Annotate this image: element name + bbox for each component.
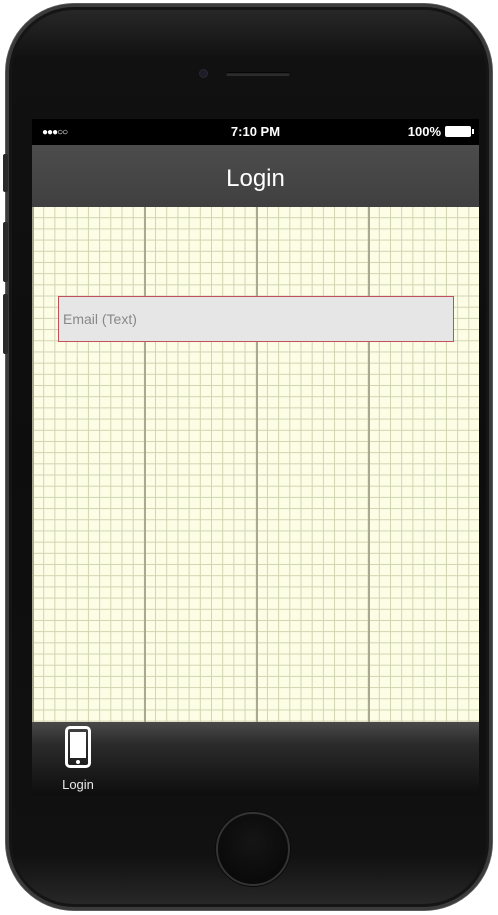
volume-down-button <box>3 294 8 354</box>
home-button[interactable] <box>216 812 290 886</box>
phone-icon <box>65 726 91 768</box>
content-area <box>32 207 479 722</box>
mute-switch <box>3 154 8 192</box>
volume-up-button <box>3 222 8 282</box>
navigation-bar: Login <box>32 145 479 207</box>
page-title: Login <box>226 165 285 192</box>
battery-icon <box>445 126 474 137</box>
email-field[interactable] <box>58 296 454 342</box>
battery-percentage: 100% <box>407 124 441 139</box>
tab-bar: Login <box>32 722 479 795</box>
status-bar: ●●●○○ 7:10 PM 100% <box>32 119 479 145</box>
earpiece-speaker <box>226 72 290 76</box>
tab-login[interactable]: Login <box>48 724 108 792</box>
front-camera <box>200 70 207 77</box>
phone-screen: ●●●○○ 7:10 PM 100% Login Login <box>32 119 479 795</box>
tab-login-label: Login <box>62 777 94 792</box>
